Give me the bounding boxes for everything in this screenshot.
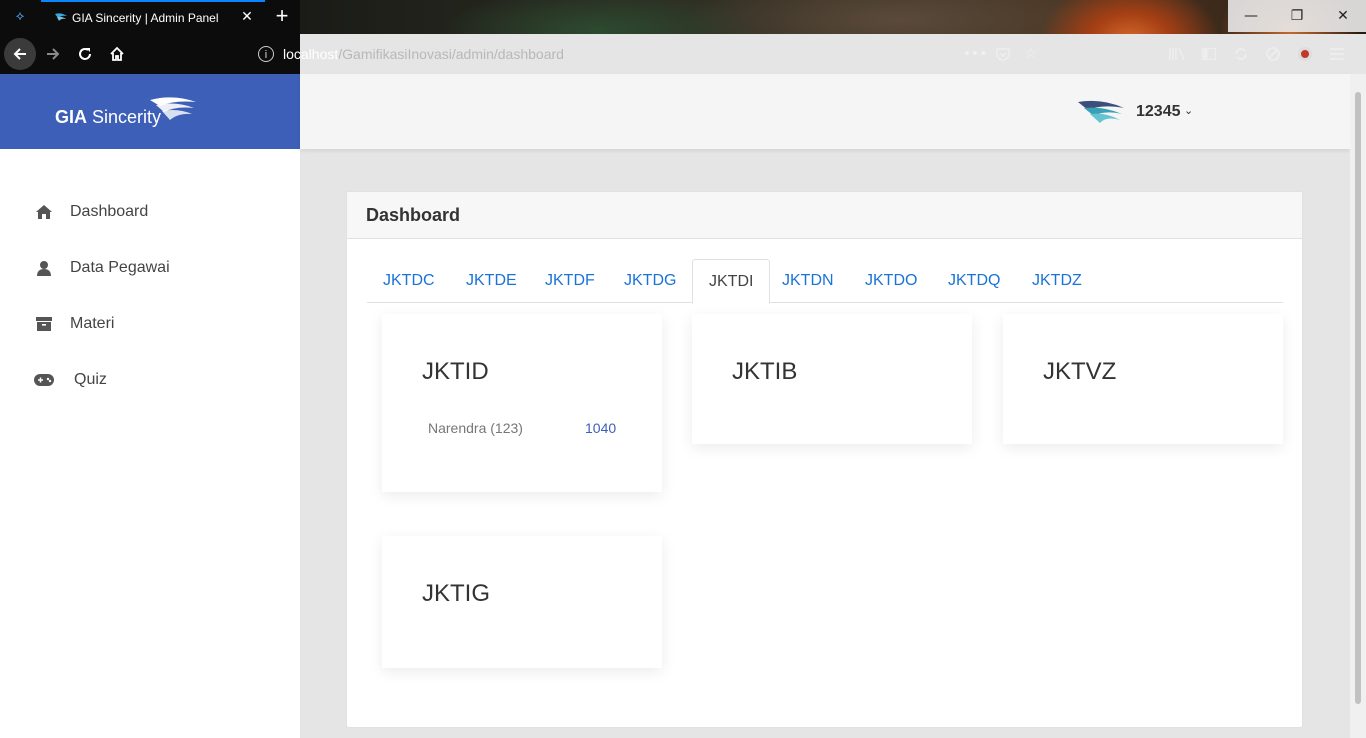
tab-jktdg[interactable]: JKTDG [608, 259, 692, 303]
restore-icon[interactable]: ❐ [1274, 0, 1320, 32]
library-icon[interactable] [1168, 42, 1186, 66]
url-path: /GamifikasiInovasi/admin/dashboard [338, 46, 564, 62]
toolbar-right [1168, 42, 1346, 66]
hamburger-menu-icon[interactable] [1328, 42, 1346, 66]
reload-icon[interactable] [69, 38, 101, 70]
favicon-icon [55, 13, 67, 21]
extension-icon[interactable] [1264, 42, 1282, 66]
unit-card-jktid: JKTID Narendra (123) 1040 [382, 314, 662, 492]
top-header: 12345 ⌄ [300, 74, 1350, 149]
sidebar-item-quiz[interactable]: Quiz [34, 367, 107, 393]
home-icon[interactable] [101, 38, 133, 70]
sidebar-item-label: Quiz [74, 371, 107, 388]
unit-card-jktvz: JKTVZ [1003, 314, 1283, 444]
tab-jktdo[interactable]: JKTDO [849, 259, 933, 303]
window-controls: — ❐ ✕ [1228, 0, 1366, 32]
site-info-icon[interactable]: i [258, 46, 274, 62]
url-bar[interactable]: localhost/GamifikasiInovasi/admin/dashbo… [283, 46, 564, 62]
tab-jktdz[interactable]: JKTDZ [1016, 259, 1098, 303]
brand-logo-text[interactable]: GIA Sincerity [55, 107, 161, 128]
archive-icon [34, 314, 54, 334]
close-window-icon[interactable]: ✕ [1320, 0, 1366, 32]
minimize-icon[interactable]: — [1228, 0, 1274, 32]
browser-menu-logo-icon[interactable]: ⟡ [12, 9, 28, 25]
browser-tab[interactable]: GIA Sincerity | Admin Panel ✕ [41, 0, 265, 34]
forward-arrow-icon[interactable] [37, 38, 69, 70]
scrollbar-thumb[interactable] [1355, 92, 1361, 704]
user-menu-name[interactable]: 12345 [1136, 103, 1181, 121]
account-icon[interactable] [1296, 42, 1314, 66]
page-title: Dashboard [366, 205, 461, 225]
home-icon [34, 202, 54, 222]
chevron-down-icon[interactable]: ⌄ [1184, 104, 1193, 117]
page-scrollbar[interactable] [1350, 74, 1366, 738]
unit-title: JKTIB [732, 358, 798, 385]
tab-jktdi[interactable]: JKTDI [692, 259, 771, 304]
unit-title: JKTID [422, 358, 489, 385]
sidebar-item-dashboard[interactable]: Dashboard [34, 199, 148, 225]
sidebar-item-materi[interactable]: Materi [34, 311, 114, 337]
tab-jktdq[interactable]: JKTDQ [932, 259, 1016, 303]
brand-name-bold: GIA [55, 107, 88, 127]
browser-theme-background [300, 0, 1366, 34]
pocket-icon[interactable] [994, 42, 1012, 66]
page-actions: ••• ☆ [963, 42, 1040, 66]
card-header: Dashboard [347, 192, 1302, 239]
tab-jktdn[interactable]: JKTDN [766, 259, 850, 303]
sidebar-item-label: Dashboard [70, 203, 149, 220]
unit-title: JKTVZ [1043, 358, 1117, 385]
sidebar-item-label: Data Pegawai [70, 259, 170, 276]
new-tab-icon[interactable]: + [272, 5, 292, 27]
unit-card-jktig: JKTIG [382, 536, 662, 668]
sidebar-item-data-pegawai[interactable]: Data Pegawai [34, 255, 170, 281]
bookmark-star-icon[interactable]: ☆ [1022, 42, 1040, 66]
tab-jktdf[interactable]: JKTDF [529, 259, 611, 303]
gamepad-icon [34, 370, 54, 390]
tab-jktdc[interactable]: JKTDC [367, 259, 451, 303]
garuda-wing-logo-icon [150, 97, 196, 120]
back-arrow-icon[interactable] [4, 38, 36, 70]
browser-tab-strip: ⟡ GIA Sincerity | Admin Panel ✕ + [0, 0, 1366, 34]
url-host: localhost [283, 46, 339, 62]
browser-tab-title: GIA Sincerity | Admin Panel [72, 11, 219, 25]
brand-bar: GIA Sincerity [0, 74, 300, 149]
sync-icon[interactable] [1232, 42, 1250, 66]
unit-tabs: JKTDC JKTDE JKTDF JKTDG JKTDI JKTDN JKTD… [367, 259, 1283, 304]
sidebar: Dashboard Data Pegawai Materi Quiz [0, 149, 300, 738]
sidebar-toggle-icon[interactable] [1200, 42, 1218, 66]
dashboard-card: Dashboard JKTDC JKTDE JKTDF JKTDG JKTDI … [346, 191, 1303, 728]
tab-jktde[interactable]: JKTDE [450, 259, 533, 303]
employee-score: 1040 [585, 420, 617, 436]
user-avatar-logo-icon[interactable] [1078, 98, 1126, 124]
close-tab-icon[interactable]: ✕ [239, 9, 255, 25]
more-actions-icon[interactable]: ••• [963, 42, 988, 66]
unit-title: JKTIG [422, 580, 491, 607]
sidebar-item-label: Materi [70, 315, 115, 332]
browser-navigation-bar: i localhost/GamifikasiInovasi/admin/dash… [0, 34, 1366, 74]
unit-card-jktib: JKTIB [692, 314, 972, 444]
user-icon [34, 258, 54, 278]
employee-name: Narendra (123) [428, 420, 523, 436]
